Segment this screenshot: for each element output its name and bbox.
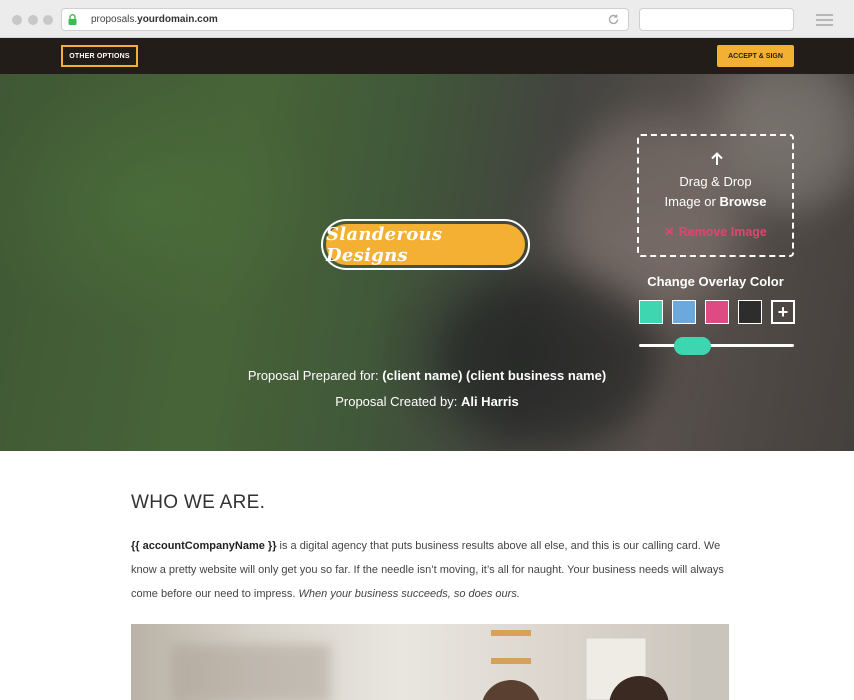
proposal-toolbar: OTHER OPTIONS ACCEPT & SIGN [0,38,854,74]
team-photo [131,624,729,700]
upload-arrow-icon [711,152,723,165]
company-logo: Slanderous Designs [321,219,530,270]
window-close-dot[interactable] [12,15,22,25]
dropzone-text: Drag & Drop [679,174,752,189]
swatch-teal[interactable] [639,300,663,324]
image-dropzone[interactable]: Drag & Drop Image or Browse ✕ Remove Imag… [637,134,794,257]
dropzone-browse-line: Image or Browse [664,194,767,209]
swatch-pink[interactable] [705,300,729,324]
prepared-for-line: Proposal Prepared for: (client name) (cl… [247,368,607,383]
browser-search-input[interactable] [639,8,794,31]
browse-link[interactable]: Browse [719,194,766,209]
overlay-color-label: Change Overlay Color [647,274,784,289]
intro-paragraph: {{ accountCompanyName }} is a digital ag… [131,540,724,600]
company-name-token: {{ accountCompanyName }} [131,540,277,552]
close-icon: ✕ [664,225,675,239]
accept-sign-button[interactable]: ACCEPT & SIGN [717,45,794,67]
swatch-blue[interactable] [672,300,696,324]
other-options-button[interactable]: OTHER OPTIONS [61,45,138,67]
lock-icon [68,14,77,25]
swatch-dark[interactable] [738,300,762,324]
hamburger-menu-icon[interactable] [816,14,833,26]
window-maximize-dot[interactable] [43,15,53,25]
add-swatch-button[interactable]: + [771,300,795,324]
window-minimize-dot[interactable] [28,15,38,25]
overlay-opacity-slider[interactable] [639,344,794,347]
logo-text: Slanderous Designs [326,224,525,266]
reload-icon[interactable] [607,13,620,26]
created-by-line: Proposal Created by: Ali Harris [335,394,519,409]
url-text: proposals.yourdomain.com [91,14,218,25]
section-heading: WHO WE ARE. [131,492,266,513]
slider-handle[interactable] [674,337,711,355]
address-bar[interactable]: proposals.yourdomain.com [61,8,629,31]
browser-chrome: proposals.yourdomain.com [0,0,854,38]
remove-image-button[interactable]: ✕ Remove Image [639,224,792,239]
hero-cover: Slanderous Designs Drag & Drop Image or … [0,74,854,451]
